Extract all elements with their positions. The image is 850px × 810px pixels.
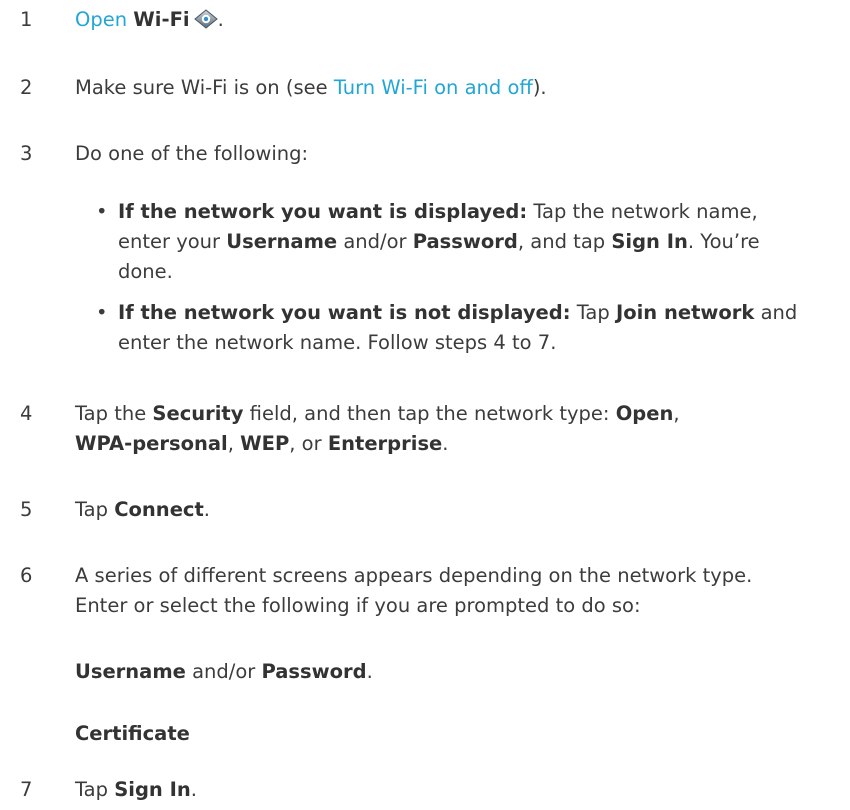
step-2-post: ). xyxy=(532,76,547,99)
step-number: 6 xyxy=(20,564,33,587)
wifi-app-icon xyxy=(193,8,218,29)
step-2-pre: Make sure Wi-Fi is on (see xyxy=(75,76,334,99)
bullet-lead: If the network you want is not displayed… xyxy=(118,301,571,324)
step-text: Tap the Security field, and then tap the… xyxy=(75,402,680,455)
options-list-2: • If the network you want is not display… xyxy=(96,298,836,358)
step-number: 2 xyxy=(20,76,33,99)
turn-wifi-link[interactable]: Turn Wi-Fi on and off xyxy=(334,76,533,99)
step-number: 7 xyxy=(20,778,33,801)
list-item: • If the network you want is not display… xyxy=(96,301,798,354)
list-item: • If the network you want is displayed: … xyxy=(96,200,760,283)
instructions-page: 1 Open Wi-Fi. 2 Make sure Wi-Fi is on (s… xyxy=(0,0,850,810)
step-number: 1 xyxy=(20,8,33,31)
step-1-end: . xyxy=(217,8,224,31)
step-number: 4 xyxy=(20,402,33,425)
step-text: Open Wi-Fi. xyxy=(75,5,835,35)
wifi-label: Wi-Fi xyxy=(133,8,190,31)
step-text: Make sure Wi-Fi is on (see Turn Wi-Fi on… xyxy=(75,73,835,103)
step-number: 3 xyxy=(20,142,33,165)
step-text: A series of different screens appears de… xyxy=(75,564,753,617)
open-link[interactable]: Open xyxy=(75,8,127,31)
step-text: Tap Connect. xyxy=(75,498,210,521)
step-text: Do one of the following: xyxy=(75,142,309,165)
bullet-lead: If the network you want is displayed: xyxy=(118,200,528,223)
step-number: 5 xyxy=(20,498,33,521)
options-list: • If the network you want is displayed: … xyxy=(96,197,836,287)
step-text: Tap Sign In. xyxy=(75,778,197,801)
